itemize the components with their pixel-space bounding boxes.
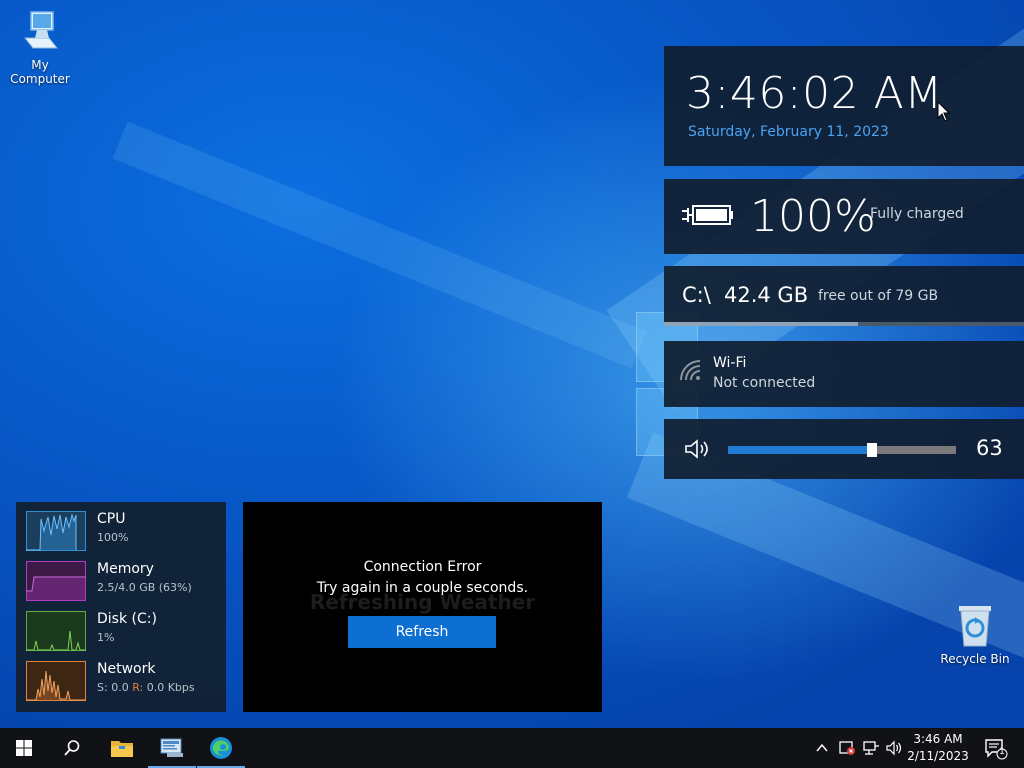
search-button[interactable]	[48, 728, 96, 768]
monitor-row-network[interactable]: Network S: 0.0 R: 0.0 Kbps	[26, 661, 221, 705]
network-icon[interactable]	[862, 739, 880, 757]
monitor-row-cpu[interactable]: CPU 100%	[26, 511, 221, 555]
taskbar: 3:46 AM 2/11/2023 1	[0, 728, 1024, 768]
desktop-icon-recycle-bin[interactable]: Recycle Bin	[935, 602, 1015, 666]
taskbar-server-manager[interactable]	[148, 728, 196, 768]
wifi-widget[interactable]: Wi-Fi Not connected	[664, 341, 1024, 407]
search-icon	[64, 740, 80, 756]
show-hidden-icons-chevron-icon[interactable]	[816, 742, 828, 754]
memory-graph	[26, 561, 86, 601]
disk-drive-label: C:\	[682, 283, 711, 307]
network-graph	[26, 661, 86, 701]
mouse-cursor-icon	[937, 101, 951, 122]
wifi-title: Wi-Fi	[713, 355, 747, 371]
desktop-icon-my-computer[interactable]: My Computer	[0, 8, 80, 86]
monitor-label: Network	[97, 661, 156, 677]
taskbar-time: 3:46 AM	[913, 732, 963, 746]
taskbar-file-explorer[interactable]	[98, 728, 146, 768]
clock-date: Saturday, February 11, 2023	[688, 124, 889, 140]
monitor-value: S: 0.0 R: 0.0 Kbps	[97, 681, 195, 694]
taskbar-date: 2/11/2023	[907, 749, 969, 763]
speaker-icon[interactable]	[684, 438, 712, 460]
monitor-label: Disk (C:)	[97, 611, 157, 627]
disk-usage-bar	[664, 322, 1024, 326]
action-center-button[interactable]: 1	[976, 728, 1024, 768]
desktop-icon-label: My Computer	[10, 58, 70, 86]
monitor-label: CPU	[97, 511, 126, 527]
notification-count-badge: 1	[999, 747, 1005, 757]
edge-icon	[210, 737, 232, 759]
battery-widget: 100% Fully charged	[664, 179, 1024, 254]
refresh-button[interactable]: Refresh	[348, 616, 496, 648]
disk-widget: C:\ 42.4 GB free out of 79 GB	[664, 266, 1024, 326]
battery-percent: 100%	[750, 191, 876, 242]
computer-icon	[23, 11, 59, 49]
monitor-label: Memory	[97, 561, 154, 577]
disk-capacity-note: free out of 79 GB	[818, 288, 939, 304]
monitor-value: 100%	[97, 531, 129, 544]
recycle-bin-icon	[959, 606, 991, 647]
battery-icon	[682, 205, 733, 225]
wifi-status: Not connected	[713, 375, 816, 391]
volume-level: 63	[976, 436, 1003, 460]
system-monitor-widget: CPU 100% Memory 2.5/4.0 GB (63%) Disk (C…	[16, 502, 226, 712]
volume-slider[interactable]	[728, 443, 956, 457]
disk-free-space: 42.4 GB	[724, 283, 809, 307]
server-manager-icon	[160, 738, 183, 757]
volume-slider-thumb[interactable]	[866, 443, 877, 457]
start-icon	[16, 740, 32, 756]
wifi-icon	[680, 360, 701, 381]
volume-slider-fill	[728, 446, 872, 454]
disk-graph	[26, 611, 86, 651]
clock-time: 3:46:02 AM	[686, 68, 943, 119]
weather-widget: Refreshing Weather Connection Error Try …	[243, 502, 602, 712]
monitor-row-disk[interactable]: Disk (C:) 1%	[26, 611, 221, 655]
taskbar-clock[interactable]: 3:46 AM 2/11/2023	[906, 731, 970, 765]
error-message: Try again in a couple seconds.	[316, 580, 529, 596]
start-button[interactable]	[0, 728, 48, 768]
battery-status: Fully charged	[870, 206, 964, 222]
error-title: Connection Error	[363, 559, 482, 575]
volume-tray-icon[interactable]	[885, 739, 903, 757]
desktop-icon-label: Recycle Bin	[940, 652, 1010, 666]
monitor-value: 2.5/4.0 GB (63%)	[97, 581, 192, 594]
monitor-row-memory[interactable]: Memory 2.5/4.0 GB (63%)	[26, 561, 221, 605]
clock-widget: 3:46:02 AM Saturday, February 11, 2023	[664, 46, 1024, 166]
cpu-graph	[26, 511, 86, 551]
taskbar-edge[interactable]	[197, 728, 245, 768]
volume-widget: 63	[664, 419, 1024, 479]
file-explorer-icon	[111, 741, 133, 757]
security-alert-icon[interactable]	[838, 739, 856, 757]
monitor-value: 1%	[97, 631, 115, 644]
